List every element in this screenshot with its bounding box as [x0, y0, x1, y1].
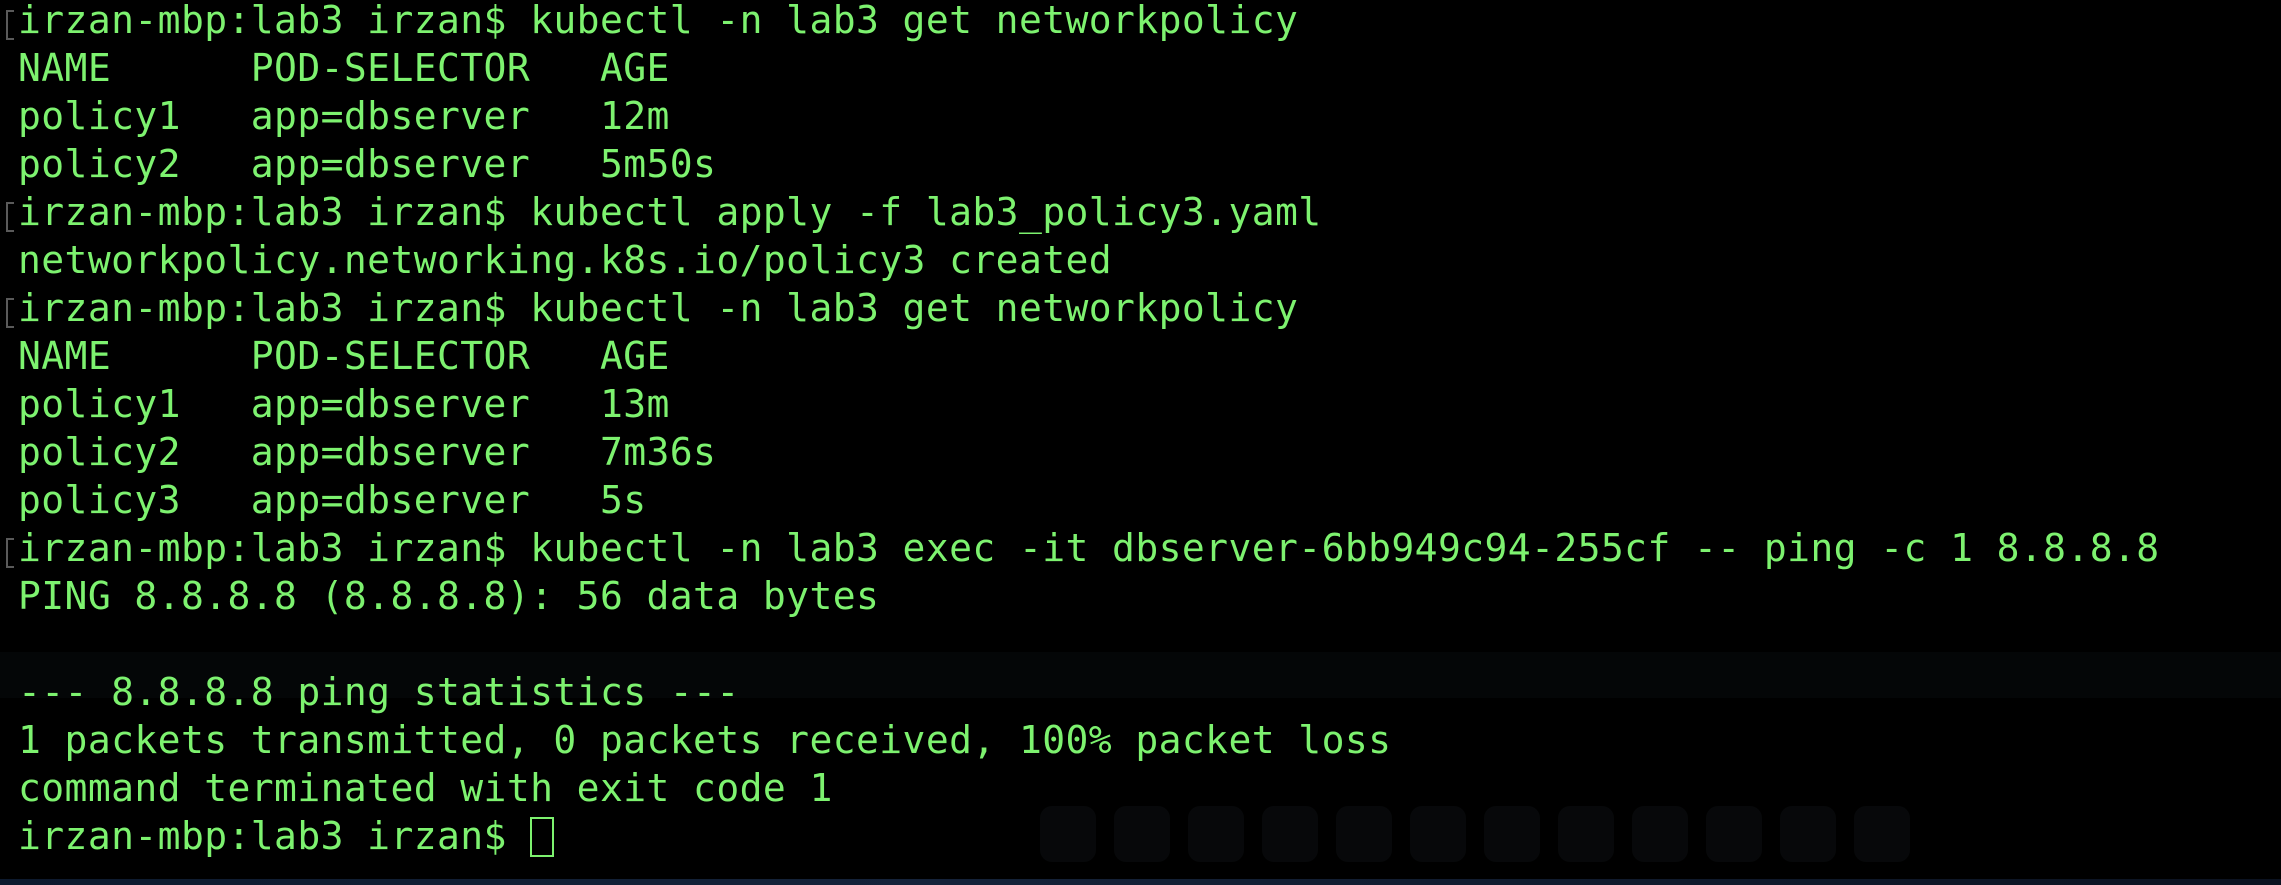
terminal-line: policy1 app=dbserver 12m — [18, 94, 670, 138]
terminal-line: irzan-mbp:lab3 irzan$ kubectl -n lab3 ge… — [18, 0, 1299, 42]
terminal-window[interactable]: irzan-mbp:lab3 irzan$ kubectl -n lab3 ge… — [0, 0, 2281, 885]
terminal-line: PING 8.8.8.8 (8.8.8.8): 56 data bytes — [18, 574, 880, 618]
terminal-line: irzan-mbp:lab3 irzan$ kubectl -n lab3 ge… — [18, 286, 1299, 330]
terminal-line: 1 packets transmitted, 0 packets receive… — [18, 718, 1392, 762]
terminal-line: irzan-mbp:lab3 irzan$ kubectl apply -f l… — [18, 190, 1322, 234]
terminal-line: policy2 app=dbserver 7m36s — [18, 430, 717, 474]
terminal-line: policy3 app=dbserver 5s — [18, 478, 647, 522]
command-prompt-line[interactable]: irzan-mbp:lab3 irzan$ — [18, 812, 2160, 860]
terminal-line: policy2 app=dbserver 5m50s — [18, 142, 717, 186]
terminal-line: NAME POD-SELECTOR AGE — [18, 46, 670, 90]
terminal-line: irzan-mbp:lab3 irzan$ kubectl -n lab3 ex… — [18, 526, 2160, 570]
terminal-line: command terminated with exit code 1 — [18, 766, 833, 810]
selection-bracket — [6, 202, 14, 232]
terminal-line: policy1 app=dbserver 13m — [18, 382, 670, 426]
terminal-line: --- 8.8.8.8 ping statistics --- — [18, 670, 740, 714]
selection-bracket — [6, 538, 14, 568]
selection-bracket — [6, 298, 14, 328]
text-cursor — [530, 817, 555, 857]
terminal-output: irzan-mbp:lab3 irzan$ kubectl -n lab3 ge… — [18, 0, 2160, 860]
selection-bracket — [6, 10, 14, 40]
command-prompt: irzan-mbp:lab3 irzan$ — [18, 814, 531, 858]
terminal-line: NAME POD-SELECTOR AGE — [18, 334, 670, 378]
desktop-edge — [0, 879, 2281, 885]
terminal-line: networkpolicy.networking.k8s.io/policy3 … — [18, 238, 1113, 282]
